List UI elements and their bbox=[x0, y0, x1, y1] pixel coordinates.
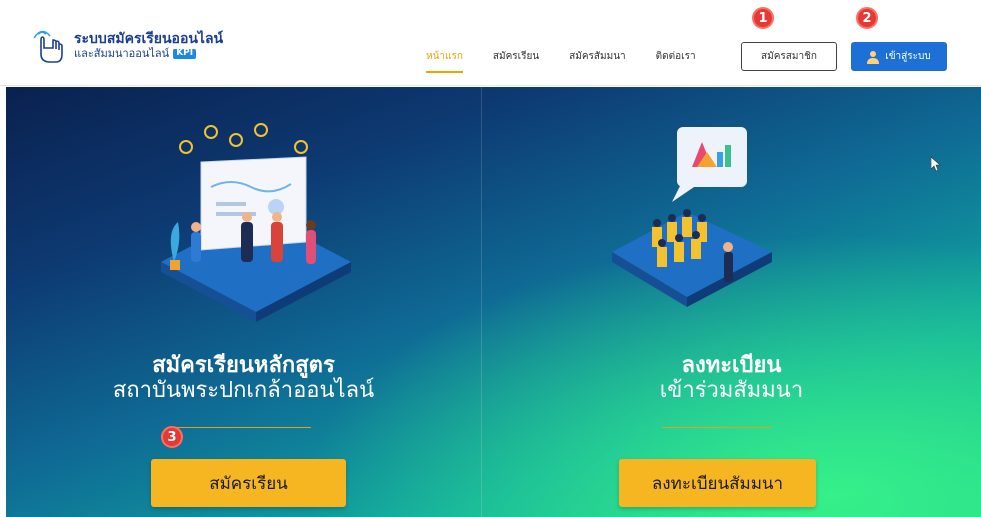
logo-badge: KPI bbox=[173, 48, 197, 59]
seminar-illustration bbox=[612, 127, 772, 307]
nav-item-home[interactable]: หน้าแรก bbox=[426, 49, 463, 73]
courses-title-underline bbox=[171, 427, 311, 428]
courses-title-line1: สมัครเรียนหลักสูตร bbox=[152, 353, 335, 378]
register-button[interactable]: สมัครสมาชิก bbox=[741, 42, 837, 71]
mouse-cursor-icon bbox=[931, 157, 941, 171]
classroom-illustration bbox=[161, 123, 351, 322]
logo-title: ระบบสมัครเรียนออนไลน์ bbox=[74, 31, 224, 48]
hero-section: สมัครเรียนหลักสูตร สถาบันพระปกเกล้าออนไล… bbox=[6, 87, 981, 517]
nav-item-courses[interactable]: สมัครเรียน bbox=[493, 49, 539, 64]
hand-pointer-icon bbox=[33, 30, 63, 63]
courses-title: สมัครเรียนหลักสูตร สถาบันพระปกเกล้าออนไล… bbox=[6, 353, 481, 404]
seminars-title-line1: ลงทะเบียน bbox=[681, 353, 782, 378]
annotation-marker-3: 3 bbox=[161, 426, 183, 448]
annotation-marker-1: 1 bbox=[752, 7, 774, 29]
register-seminar-button[interactable]: ลงทะเบียนสัมมนา bbox=[619, 459, 816, 507]
logo-subtitle-text: และสัมมนาออนไลน์ bbox=[74, 46, 170, 60]
seminars-title-line2: เข้าร่วมสัมมนา bbox=[659, 378, 804, 404]
seminars-panel: ลงทะเบียน เข้าร่วมสัมมนา ลงทะเบียนสัมมนา bbox=[482, 87, 981, 517]
annotation-marker-2: 2 bbox=[856, 7, 878, 29]
main-nav: หน้าแรก สมัครเรียน สมัครสัมมนา ติดต่อเรา bbox=[426, 49, 726, 73]
site-logo[interactable]: ระบบสมัครเรียนออนไลน์ และสัมมนาออนไลน์ K… bbox=[28, 26, 223, 66]
courses-title-line2: สถาบันพระปกเกล้าออนไลน์ bbox=[112, 378, 375, 404]
logo-subtitle: และสัมมนาออนไลน์ KPI bbox=[74, 46, 223, 60]
login-button-label: เข้าสู่ระบบ bbox=[885, 51, 931, 62]
enroll-course-button[interactable]: สมัครเรียน bbox=[151, 459, 346, 507]
nav-item-seminars[interactable]: สมัครสัมมนา bbox=[569, 49, 626, 64]
nav-item-contact[interactable]: ติดต่อเรา bbox=[656, 49, 696, 64]
site-header: ระบบสมัครเรียนออนไลน์ และสัมมนาออนไลน์ K… bbox=[0, 0, 981, 86]
user-icon bbox=[867, 50, 880, 64]
seminars-title-underline bbox=[662, 427, 772, 428]
seminars-title: ลงทะเบียน เข้าร่วมสัมมนา bbox=[482, 353, 981, 404]
login-button[interactable]: เข้าสู่ระบบ bbox=[851, 42, 947, 71]
courses-panel: สมัครเรียนหลักสูตร สถาบันพระปกเกล้าออนไล… bbox=[6, 87, 481, 517]
